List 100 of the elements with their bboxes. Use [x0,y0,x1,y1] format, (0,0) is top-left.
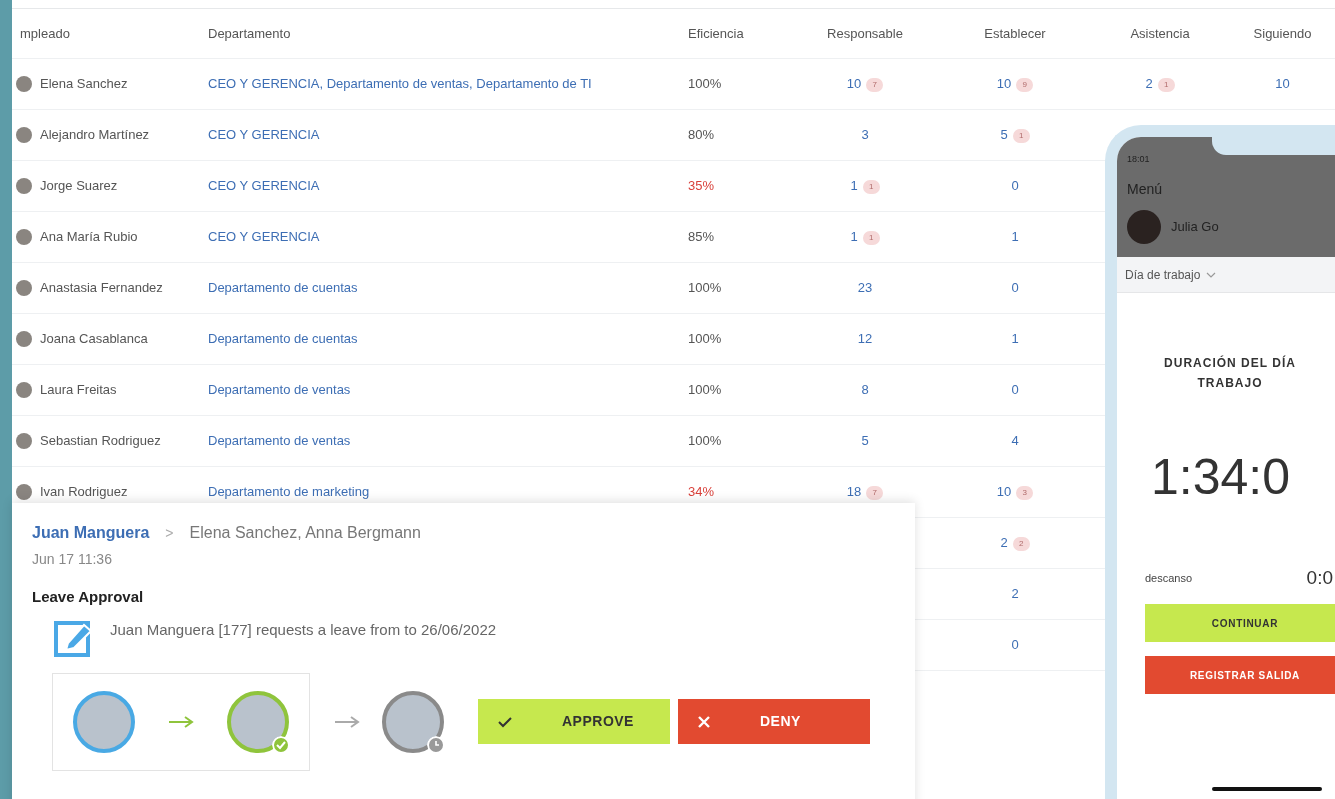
recipients-text: Elena Sanchez, Anna Bergmann [189,523,421,543]
separator-chevron: > [165,523,174,543]
avatar-icon [16,127,32,143]
efficiency-value: 100% [688,433,722,449]
count-badge: 9 [1016,77,1034,92]
department-link[interactable]: Departamento de ventas [208,433,351,449]
count-link[interactable]: 0 [1011,382,1019,398]
workday-dropdown[interactable]: Día de trabajo [1117,257,1335,293]
sender-link[interactable]: Juan Manguera [32,521,150,545]
employee-name[interactable]: Ana María Rubio [40,227,138,247]
break-timer: 0:0 [1306,565,1333,590]
close-icon [698,715,710,728]
count-link[interactable]: 23 [857,280,873,296]
arrow-icon [168,714,194,729]
avatar-icon [16,382,32,398]
count-link[interactable]: 0 [1011,637,1019,653]
avatar-icon [16,433,32,449]
department-link[interactable]: Departamento de marketing [208,484,370,500]
efficiency-value: 35% [688,178,715,194]
count-link[interactable]: 12 [857,331,873,347]
date-text: Jun 17 11:36 [32,550,113,569]
notification-title: Leave Approval [32,587,145,607]
count-link[interactable]: 8 [861,382,869,398]
count-badge: 7 [866,77,884,92]
count-badge: 1 [862,179,880,194]
clock-icon [427,735,445,754]
count-link[interactable]: 1 [1011,229,1019,245]
column-header[interactable]: Departamento [208,25,291,41]
count-badge: 2 [1012,536,1030,551]
employee-name[interactable]: Alejandro Martínez [40,125,150,145]
count-link[interactable]: 1 [1011,331,1019,347]
efficiency-value: 100% [688,280,722,296]
count-link[interactable]: 10 [1275,76,1290,92]
count-link[interactable]: 10 [996,76,1012,92]
check-icon [498,715,512,728]
message-text: Juan Manguera [177] requests a leave from to 26/06/2022 [110,619,497,640]
count-badge: 3 [1016,485,1034,500]
efficiency-value: 80% [688,127,715,143]
employee-name[interactable]: Joana Casablanca [40,329,148,349]
count-link[interactable]: 5 [1000,127,1008,143]
column-header[interactable]: Establecer [984,25,1046,41]
count-link[interactable]: 0 [1011,178,1019,194]
department-link[interactable]: Departamento de ventas [208,382,351,398]
deny-button[interactable]: DENY [678,699,870,744]
approve-button[interactable]: APPROVE [478,699,670,744]
menu-title: Menú [1127,179,1164,199]
break-label: descanso [1145,570,1193,586]
chevron-down-icon [1206,271,1217,278]
avatar-icon [16,76,32,92]
avatar-icon [16,178,32,194]
column-header[interactable]: Siguiendo [1253,25,1312,41]
employee-name[interactable]: Sebastian Rodriguez [40,431,161,451]
efficiency-value: 100% [688,382,722,398]
count-link[interactable]: 10 [996,484,1012,500]
avatar-icon [16,280,32,296]
count-link[interactable]: 5 [861,433,869,449]
avatar-icon [16,331,32,347]
status-time: 18:01 [1127,153,1151,166]
duration-heading: DURACIÓN DEL DÍA TRABAJO [1163,354,1297,393]
count-badge: 1 [862,230,880,245]
employee-name[interactable]: Elena Sanchez [40,74,128,94]
employee-name[interactable]: Jorge Suarez [40,176,118,196]
count-link[interactable]: 2 [1011,586,1019,602]
count-link[interactable]: 2 [1000,535,1008,551]
department-link[interactable]: CEO Y GERENCIA, Departamento de ventas, Departamento de TI [208,76,592,92]
duration-timer: 1:34:0 [1150,451,1291,502]
column-header[interactable]: Asistencia [1130,25,1190,41]
efficiency-value: 100% [688,76,722,92]
count-badge: 1 [1012,128,1030,143]
count-link[interactable]: 18 [846,484,862,500]
count-link[interactable]: 2 [1145,76,1153,92]
checkout-button[interactable]: REGISTRAR SALIDA [1145,656,1335,695]
column-header[interactable]: Eficiencia [688,25,744,41]
employee-name[interactable]: Ivan Rodriguez [40,482,128,502]
user-name: Julia Go [1171,217,1219,236]
count-link[interactable]: 1 [850,229,858,245]
count-link[interactable]: 4 [1011,433,1019,449]
count-badge: 1 [1157,77,1175,92]
efficiency-value: 100% [688,331,722,347]
count-link[interactable]: 1 [850,178,858,194]
employee-name[interactable]: Anastasia Fernandez [40,278,163,298]
column-header[interactable]: mpleado [20,25,70,41]
department-link[interactable]: CEO Y GERENCIA [208,127,320,143]
count-link[interactable]: 10 [846,76,862,92]
count-link[interactable]: 0 [1011,280,1019,296]
arrow-icon [334,714,360,729]
efficiency-value: 85% [688,229,715,245]
employee-name[interactable]: Laura Freitas [40,380,117,400]
continue-button[interactable]: CONTINUAR [1145,604,1335,643]
department-link[interactable]: Departamento de cuentas [208,331,358,347]
column-header[interactable]: Responsable [827,25,903,41]
count-badge: 7 [866,485,884,500]
department-link[interactable]: CEO Y GERENCIA [208,229,320,245]
avatar-icon [1127,209,1161,244]
count-link[interactable]: 3 [861,127,869,143]
department-link[interactable]: Departamento de cuentas [208,280,358,296]
avatar-icon [16,484,32,500]
department-link[interactable]: CEO Y GERENCIA [208,178,320,194]
efficiency-value: 34% [688,484,715,500]
avatar-icon [16,229,32,245]
